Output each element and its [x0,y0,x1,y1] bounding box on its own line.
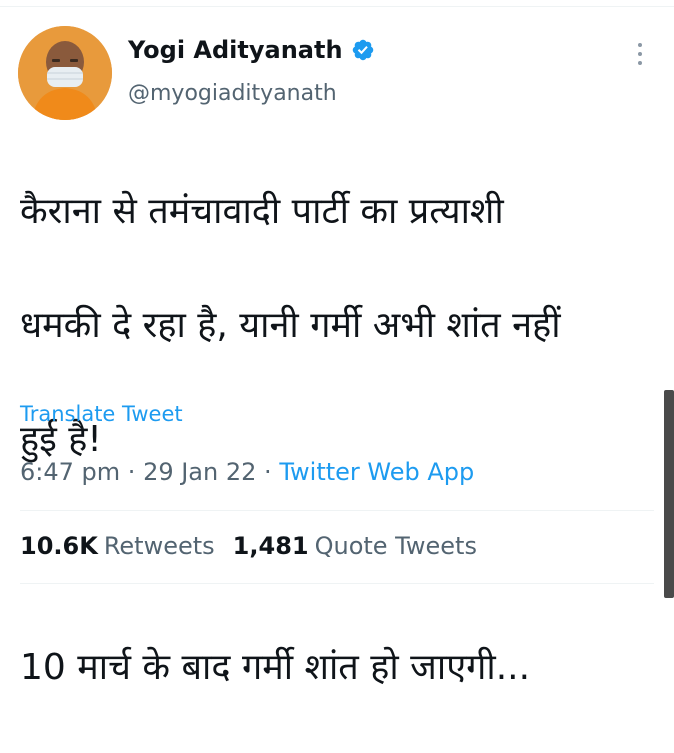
more-dot [638,52,642,56]
tweet-text: कैराना से तमंचावादी पार्टी का प्रत्याशी … [20,126,640,753]
meta-separator: · [264,458,272,486]
more-dot [638,61,642,65]
tweet-text-line: धमकी दे रहा है, यानी गर्मी अभी शांत नहीं [20,305,561,346]
tweet-text-line: 10 मार्च के बाद गर्मी शांत हो जाएगी... [20,647,531,688]
divider [20,583,654,584]
tweet-source-link[interactable]: Twitter Web App [279,458,474,486]
translate-tweet-link[interactable]: Translate Tweet [20,402,183,426]
tweet-time[interactable]: 6:47 pm [20,458,120,486]
more-options-icon[interactable] [628,40,652,68]
author-display-name[interactable]: Yogi Adityanath [128,36,343,64]
avatar[interactable] [18,26,112,120]
author-handle[interactable]: @myogiadityanath [128,80,337,108]
verified-badge-icon [351,38,375,62]
more-dot [638,43,642,47]
quote-tweets-label: Quote Tweets [314,532,477,560]
avatar-image [18,26,112,120]
scrollbar[interactable] [664,390,674,598]
meta-separator: · [127,458,136,486]
quote-tweets-count: 1,481 [232,532,309,560]
tweet-text-line: कैराना से तमंचावादी पार्टी का प्रत्याशी [20,191,504,232]
divider [20,510,654,511]
tweet-meta: 6:47 pm · 29 Jan 22 · Twitter Web App [20,456,474,488]
top-divider [0,0,674,7]
retweets-label: Retweets [103,532,215,560]
tweet-stats: 10.6K Retweets 1,481 Quote Tweets [20,530,477,562]
tweet-date[interactable]: 29 Jan 22 [143,458,256,486]
author-name-row[interactable]: Yogi Adityanath [128,36,375,64]
retweets-stat[interactable]: 10.6K Retweets [20,530,215,562]
quote-tweets-stat[interactable]: 1,481 Quote Tweets [233,530,477,562]
retweets-count: 10.6K [20,532,98,560]
